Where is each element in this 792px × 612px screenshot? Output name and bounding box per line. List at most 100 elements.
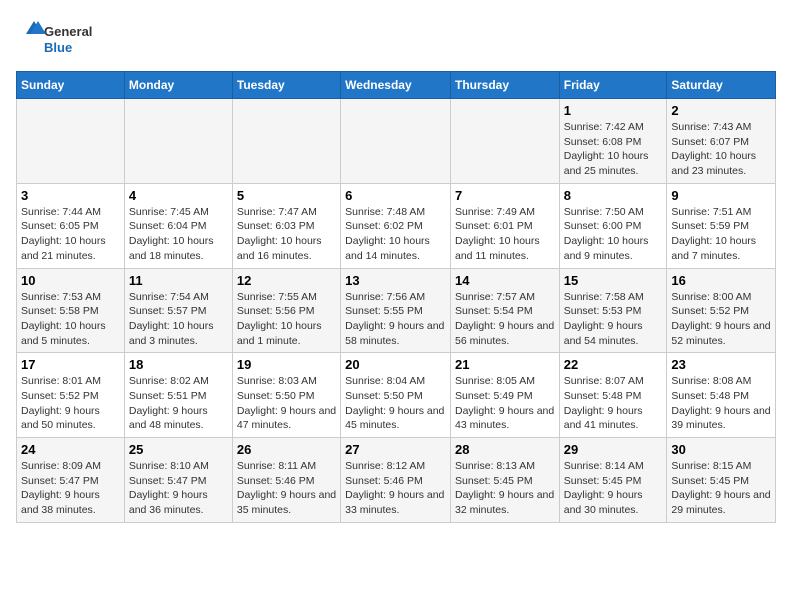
day-number: 23: [671, 357, 771, 372]
calendar-cell: [232, 99, 340, 184]
day-info: Sunrise: 8:07 AM Sunset: 5:48 PM Dayligh…: [564, 374, 663, 433]
calendar-week-row: 10 Sunrise: 7:53 AM Sunset: 5:58 PM Dayli…: [17, 268, 776, 353]
day-info: Sunrise: 7:48 AM Sunset: 6:02 PM Dayligh…: [345, 205, 446, 264]
day-info: Sunrise: 7:49 AM Sunset: 6:01 PM Dayligh…: [455, 205, 555, 264]
calendar-cell: 15 Sunrise: 7:58 AM Sunset: 5:53 PM Dayli…: [559, 268, 667, 353]
day-info: Sunrise: 8:15 AM Sunset: 5:45 PM Dayligh…: [671, 459, 771, 518]
day-number: 14: [455, 273, 555, 288]
day-info: Sunrise: 7:47 AM Sunset: 6:03 PM Dayligh…: [237, 205, 336, 264]
calendar-cell: 19 Sunrise: 8:03 AM Sunset: 5:50 PM Dayli…: [232, 353, 340, 438]
day-info: Sunrise: 8:13 AM Sunset: 5:45 PM Dayligh…: [455, 459, 555, 518]
day-info: Sunrise: 8:01 AM Sunset: 5:52 PM Dayligh…: [21, 374, 120, 433]
calendar-cell: 23 Sunrise: 8:08 AM Sunset: 5:48 PM Dayli…: [667, 353, 776, 438]
day-number: 15: [564, 273, 663, 288]
day-info: Sunrise: 7:42 AM Sunset: 6:08 PM Dayligh…: [564, 120, 663, 179]
day-number: 25: [129, 442, 228, 457]
day-number: 4: [129, 188, 228, 203]
day-info: Sunrise: 7:57 AM Sunset: 5:54 PM Dayligh…: [455, 290, 555, 349]
calendar-cell: 12 Sunrise: 7:55 AM Sunset: 5:56 PM Dayli…: [232, 268, 340, 353]
day-number: 26: [237, 442, 336, 457]
day-number: 21: [455, 357, 555, 372]
calendar-cell: 21 Sunrise: 8:05 AM Sunset: 5:49 PM Dayli…: [450, 353, 559, 438]
day-number: 18: [129, 357, 228, 372]
day-info: Sunrise: 8:10 AM Sunset: 5:47 PM Dayligh…: [129, 459, 228, 518]
calendar-cell: 10 Sunrise: 7:53 AM Sunset: 5:58 PM Dayli…: [17, 268, 125, 353]
day-info: Sunrise: 8:03 AM Sunset: 5:50 PM Dayligh…: [237, 374, 336, 433]
day-number: 13: [345, 273, 446, 288]
day-info: Sunrise: 8:04 AM Sunset: 5:50 PM Dayligh…: [345, 374, 446, 433]
weekday-header-row: SundayMondayTuesdayWednesdayThursdayFrid…: [17, 72, 776, 99]
calendar-week-row: 24 Sunrise: 8:09 AM Sunset: 5:47 PM Dayli…: [17, 438, 776, 523]
day-number: 12: [237, 273, 336, 288]
calendar-cell: 9Sunrise: 7:51 AM Sunset: 5:59 PM Daylig…: [667, 183, 776, 268]
weekday-header-wednesday: Wednesday: [341, 72, 451, 99]
day-number: 11: [129, 273, 228, 288]
day-number: 2: [671, 103, 771, 118]
calendar-week-row: 3 Sunrise: 7:44 AM Sunset: 6:05 PM Daylig…: [17, 183, 776, 268]
day-number: 27: [345, 442, 446, 457]
calendar-cell: 25 Sunrise: 8:10 AM Sunset: 5:47 PM Dayli…: [124, 438, 232, 523]
calendar-cell: 28 Sunrise: 8:13 AM Sunset: 5:45 PM Dayli…: [450, 438, 559, 523]
weekday-header-friday: Friday: [559, 72, 667, 99]
day-number: 10: [21, 273, 120, 288]
calendar-cell: 24 Sunrise: 8:09 AM Sunset: 5:47 PM Dayli…: [17, 438, 125, 523]
day-info: Sunrise: 8:09 AM Sunset: 5:47 PM Dayligh…: [21, 459, 120, 518]
calendar-cell: 3 Sunrise: 7:44 AM Sunset: 6:05 PM Daylig…: [17, 183, 125, 268]
weekday-header-monday: Monday: [124, 72, 232, 99]
day-number: 28: [455, 442, 555, 457]
day-info: Sunrise: 7:53 AM Sunset: 5:58 PM Dayligh…: [21, 290, 120, 349]
svg-text:Blue: Blue: [44, 40, 72, 55]
day-number: 30: [671, 442, 771, 457]
day-number: 9: [671, 188, 771, 203]
day-info: Sunrise: 7:44 AM Sunset: 6:05 PM Dayligh…: [21, 205, 120, 264]
calendar-cell: [341, 99, 451, 184]
day-info: Sunrise: 7:54 AM Sunset: 5:57 PM Dayligh…: [129, 290, 228, 349]
day-info: Sunrise: 7:43 AM Sunset: 6:07 PM Dayligh…: [671, 120, 771, 179]
calendar-cell: 26 Sunrise: 8:11 AM Sunset: 5:46 PM Dayli…: [232, 438, 340, 523]
day-info: Sunrise: 7:50 AM Sunset: 6:00 PM Dayligh…: [564, 205, 663, 264]
calendar-cell: 17 Sunrise: 8:01 AM Sunset: 5:52 PM Dayli…: [17, 353, 125, 438]
day-info: Sunrise: 8:11 AM Sunset: 5:46 PM Dayligh…: [237, 459, 336, 518]
day-info: Sunrise: 8:02 AM Sunset: 5:51 PM Dayligh…: [129, 374, 228, 433]
day-number: 20: [345, 357, 446, 372]
calendar-cell: 11 Sunrise: 7:54 AM Sunset: 5:57 PM Dayli…: [124, 268, 232, 353]
day-info: Sunrise: 8:08 AM Sunset: 5:48 PM Dayligh…: [671, 374, 771, 433]
calendar-cell: 29Sunrise: 8:14 AM Sunset: 5:45 PM Dayli…: [559, 438, 667, 523]
day-number: 24: [21, 442, 120, 457]
calendar-cell: 2 Sunrise: 7:43 AM Sunset: 6:07 PM Daylig…: [667, 99, 776, 184]
day-info: Sunrise: 7:55 AM Sunset: 5:56 PM Dayligh…: [237, 290, 336, 349]
weekday-header-tuesday: Tuesday: [232, 72, 340, 99]
day-number: 1: [564, 103, 663, 118]
day-info: Sunrise: 8:00 AM Sunset: 5:52 PM Dayligh…: [671, 290, 771, 349]
day-number: 8: [564, 188, 663, 203]
day-number: 7: [455, 188, 555, 203]
calendar-cell: 1 Sunrise: 7:42 AM Sunset: 6:08 PM Daylig…: [559, 99, 667, 184]
day-number: 29: [564, 442, 663, 457]
calendar-cell: [450, 99, 559, 184]
day-info: Sunrise: 7:58 AM Sunset: 5:53 PM Dayligh…: [564, 290, 663, 349]
calendar-cell: [124, 99, 232, 184]
calendar-cell: 18 Sunrise: 8:02 AM Sunset: 5:51 PM Dayli…: [124, 353, 232, 438]
day-info: Sunrise: 8:05 AM Sunset: 5:49 PM Dayligh…: [455, 374, 555, 433]
day-info: Sunrise: 7:45 AM Sunset: 6:04 PM Dayligh…: [129, 205, 228, 264]
calendar-cell: 8 Sunrise: 7:50 AM Sunset: 6:00 PM Daylig…: [559, 183, 667, 268]
day-number: 3: [21, 188, 120, 203]
calendar-cell: 22Sunrise: 8:07 AM Sunset: 5:48 PM Dayli…: [559, 353, 667, 438]
weekday-header-thursday: Thursday: [450, 72, 559, 99]
calendar-cell: 30 Sunrise: 8:15 AM Sunset: 5:45 PM Dayli…: [667, 438, 776, 523]
page-header: General Blue: [16, 16, 776, 61]
calendar-cell: 4 Sunrise: 7:45 AM Sunset: 6:04 PM Daylig…: [124, 183, 232, 268]
weekday-header-saturday: Saturday: [667, 72, 776, 99]
svg-text:General: General: [44, 24, 92, 39]
day-number: 19: [237, 357, 336, 372]
weekday-header-sunday: Sunday: [17, 72, 125, 99]
day-number: 6: [345, 188, 446, 203]
calendar-week-row: 1 Sunrise: 7:42 AM Sunset: 6:08 PM Daylig…: [17, 99, 776, 184]
day-number: 16: [671, 273, 771, 288]
calendar-cell: [17, 99, 125, 184]
logo: General Blue: [16, 16, 106, 61]
calendar-cell: 27Sunrise: 8:12 AM Sunset: 5:46 PM Dayli…: [341, 438, 451, 523]
calendar-week-row: 17 Sunrise: 8:01 AM Sunset: 5:52 PM Dayli…: [17, 353, 776, 438]
logo-svg: General Blue: [16, 16, 106, 61]
day-number: 17: [21, 357, 120, 372]
